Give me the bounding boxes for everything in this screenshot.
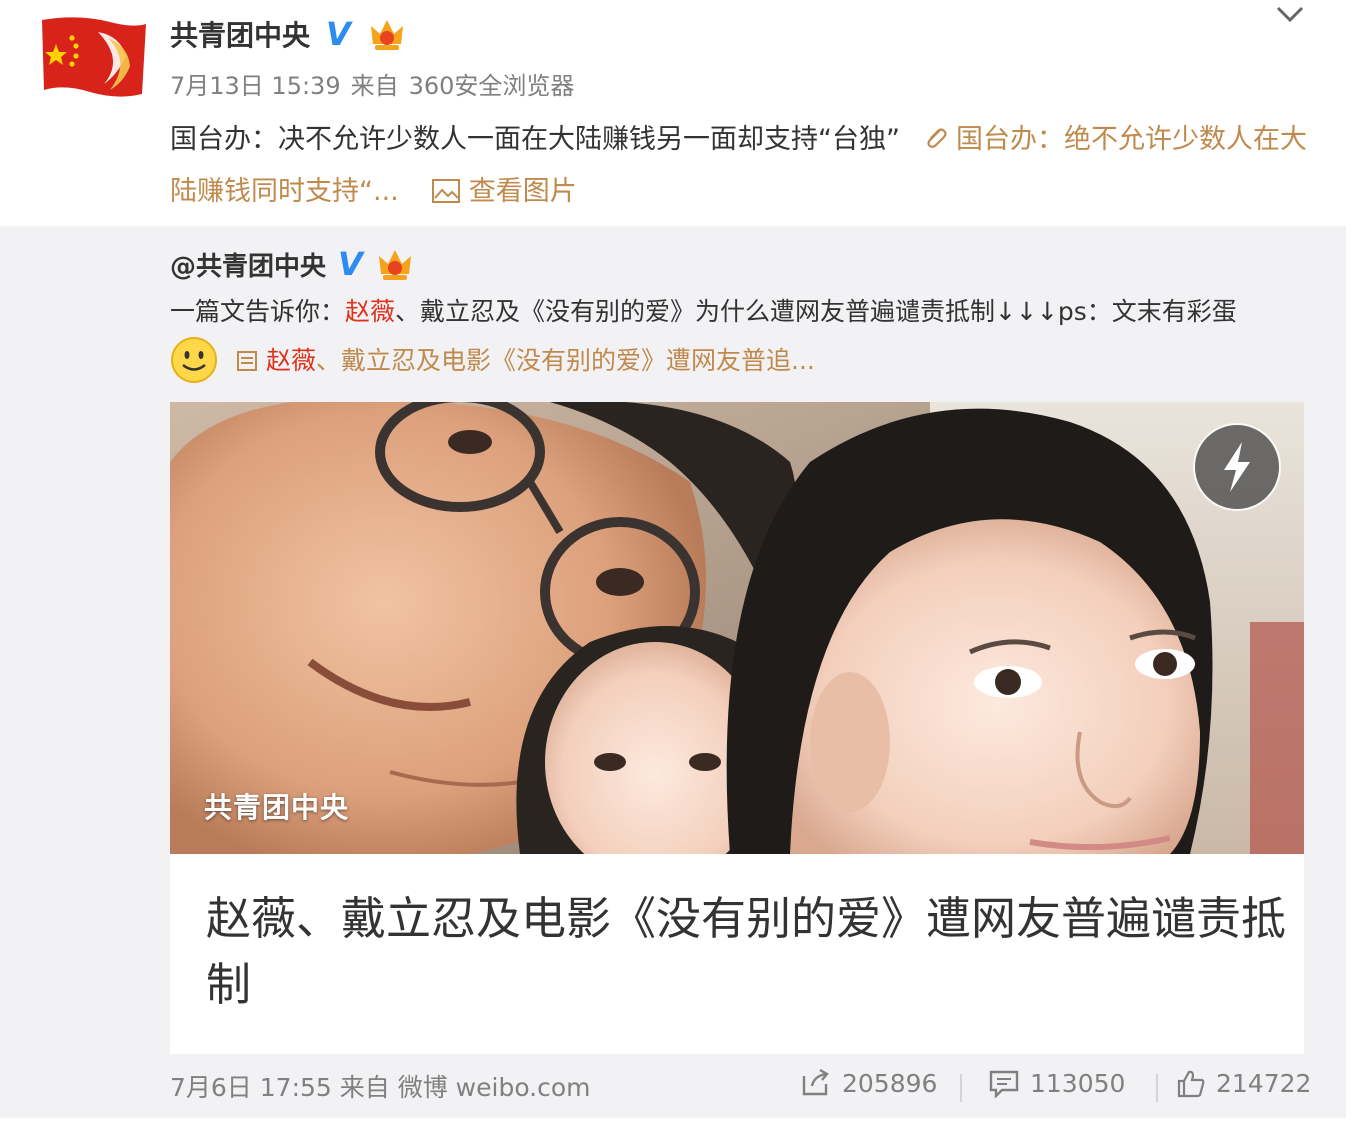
- repost-block: @共青团中央 V 一篇文告诉你：赵薇、戴立忍及《没有别的爱》为什么遭网友普遍谴责…: [0, 226, 1346, 1118]
- repost-text-highlight[interactable]: 赵薇: [345, 297, 395, 326]
- image-watermark: 共青团中央: [204, 791, 350, 824]
- view-image-link[interactable]: 查看图片: [469, 176, 577, 207]
- repost-link-rest[interactable]: 、戴立忍及电影《没有别的爱》遭网友普追...: [316, 346, 815, 375]
- comment-count: 113050: [1030, 1068, 1126, 1098]
- post-timestamp[interactable]: 7月13日 15:39: [170, 72, 341, 100]
- post-meta: 7月13日 15:39 来自 360安全浏览器: [170, 66, 584, 101]
- flash-icon[interactable]: [1192, 422, 1282, 512]
- post-text-body: 国台办：决不允许少数人一面在大陆赚钱另一面却支持“台独”: [170, 124, 900, 155]
- weibo-post: 共青团中央 V 7月13日 15:39 来自 360安全浏览器 国台办：决不允许少数…: [0, 0, 1368, 1140]
- comment-button[interactable]: 113050: [988, 1068, 1125, 1098]
- footer-divider: [960, 1074, 962, 1102]
- crown-icon: [378, 250, 411, 280]
- author-row: 共青团中央 V: [170, 14, 407, 54]
- comment-icon: [989, 1070, 1019, 1098]
- repost-text-before: 一篇文告诉你：: [170, 297, 346, 326]
- smiley-icon: [171, 337, 217, 383]
- repost-source-prefix: 来自: [339, 1073, 390, 1102]
- chevron-down-icon[interactable]: [1270, 0, 1310, 30]
- verified-icon: V: [326, 15, 351, 53]
- repost-timestamp[interactable]: 7月6日 17:55: [170, 1073, 332, 1102]
- like-button[interactable]: 214722: [1176, 1068, 1311, 1098]
- source-prefix: 来自: [350, 72, 399, 100]
- author-name[interactable]: 共青团中央: [170, 14, 310, 54]
- footer-divider: [1156, 1074, 1158, 1102]
- repost-author-name[interactable]: @共青团中央: [170, 246, 326, 283]
- repost-author-row: @共青团中央 V: [170, 244, 415, 284]
- like-icon: [1177, 1070, 1205, 1098]
- flag-avatar-icon[interactable]: [38, 14, 148, 100]
- repost-text-after: 、戴立忍及《没有别的爱》为什么遭网友普遍谴责抵制↓↓↓ps：文末有彩蛋: [395, 297, 1237, 326]
- like-count: 214722: [1216, 1068, 1312, 1098]
- article-card[interactable]: 共青团中央 赵薇、戴立忍及电影《没有别的爱》遭网友普遍谴责抵制: [170, 402, 1304, 1054]
- repost-icon: [802, 1068, 829, 1096]
- clip-icon: [927, 128, 947, 148]
- post-source[interactable]: 360安全浏览器: [409, 72, 575, 100]
- repost-source[interactable]: 微博 weibo.com: [398, 1073, 591, 1102]
- article-title[interactable]: 赵薇、戴立忍及电影《没有别的爱》遭网友普遍谴责抵制: [206, 886, 1286, 1018]
- repost-article-link[interactable]: 赵薇、戴立忍及电影《没有别的爱》遭网友普追...: [236, 340, 815, 382]
- repost-count: 205896: [842, 1068, 938, 1098]
- article-icon: [237, 351, 257, 371]
- repost-button[interactable]: 205896: [800, 1068, 937, 1098]
- verified-icon: V: [338, 245, 363, 283]
- post-text: 国台办：决不允许少数人一面在大陆赚钱另一面却支持“台独” 国台办：绝不允许少数人在…: [170, 114, 1320, 218]
- repost-text: 一篇文告诉你：赵薇、戴立忍及《没有别的爱》为什么遭网友普遍谴责抵制↓↓↓ps：文…: [170, 290, 1320, 334]
- image-icon: [431, 179, 460, 203]
- repost-link-highlight[interactable]: 赵薇: [266, 346, 316, 375]
- repost-meta: 7月6日 17:55 来自 微博 weibo.com: [170, 1068, 591, 1104]
- repost-footer: 7月6日 17:55 来自 微博 weibo.com 205896 113050…: [170, 1068, 1311, 1108]
- crown-icon: [370, 20, 403, 50]
